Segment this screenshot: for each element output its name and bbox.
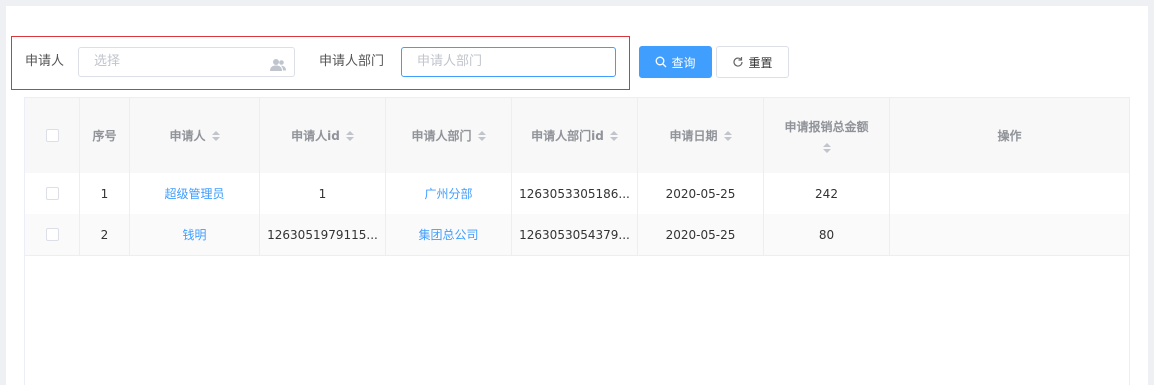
select-all-checkbox[interactable]	[45, 129, 59, 142]
search-button[interactable]: 查询	[639, 46, 712, 78]
row-index: 2	[100, 227, 109, 242]
header-dept[interactable]: 申请人部门	[386, 98, 512, 173]
applicant-id: 1	[318, 186, 327, 201]
amount: 80	[818, 227, 835, 242]
applicant-link[interactable]: 超级管理员	[164, 185, 224, 202]
sort-icon[interactable]	[822, 143, 831, 153]
header-applicant-id[interactable]: 申请人id	[260, 98, 386, 173]
row-checkbox[interactable]	[45, 228, 59, 241]
header-index: 序号	[92, 129, 117, 143]
table-header: 序号 申请人 申请人id 申请人部门 申请人部门id 申请日期 申请报销总金额 …	[25, 98, 1129, 174]
header-applicant[interactable]: 申请人	[130, 98, 260, 173]
sort-icon[interactable]	[609, 130, 618, 141]
table-row: 2 钱明 1263051979115... 集团总公司 126305305437…	[25, 214, 1129, 256]
header-amount[interactable]: 申请报销总金额	[764, 98, 890, 173]
sort-icon[interactable]	[477, 130, 486, 141]
applicant-label: 申请人	[25, 54, 65, 69]
dept-id: 1263053054379...	[519, 227, 630, 242]
row-actions	[890, 173, 1129, 214]
dept-placeholder: 申请人部门	[417, 54, 483, 69]
reset-button-label: 重置	[748, 55, 773, 70]
apply-date: 2020-05-25	[665, 227, 736, 242]
search-button-label: 查询	[671, 55, 696, 70]
header-date[interactable]: 申请日期	[638, 98, 764, 173]
dept-input[interactable]: 申请人部门	[401, 47, 616, 77]
row-actions	[890, 214, 1129, 255]
applicant-select[interactable]: 选择	[78, 47, 295, 77]
data-table: 序号 申请人 申请人id 申请人部门 申请人部门id 申请日期 申请报销总金额 …	[24, 97, 1130, 385]
apply-date: 2020-05-25	[665, 186, 736, 201]
applicant-placeholder: 选择	[94, 54, 121, 69]
applicant-id: 1263051979115...	[267, 227, 378, 242]
sort-icon[interactable]	[723, 130, 732, 141]
reset-button[interactable]: 重置	[716, 46, 789, 78]
search-icon	[656, 56, 667, 68]
sort-icon[interactable]	[345, 130, 354, 141]
refresh-icon	[733, 57, 744, 67]
dept-label: 申请人部门	[319, 54, 385, 69]
header-dept-id[interactable]: 申请人部门id	[512, 98, 638, 173]
applicant-link[interactable]: 钱明	[182, 226, 206, 243]
header-actions: 操作	[997, 129, 1022, 143]
amount: 242	[815, 186, 838, 201]
row-checkbox[interactable]	[45, 187, 59, 200]
row-index: 1	[100, 186, 109, 201]
dept-link[interactable]: 广州分部	[424, 185, 472, 202]
dept-id: 1263053305186...	[519, 186, 630, 201]
dept-link[interactable]: 集团总公司	[418, 226, 478, 243]
table-row: 1 超级管理员 1 广州分部 1263053305186... 2020-05-…	[25, 173, 1129, 215]
sort-icon[interactable]	[211, 130, 220, 141]
user-group-icon[interactable]	[270, 55, 286, 71]
